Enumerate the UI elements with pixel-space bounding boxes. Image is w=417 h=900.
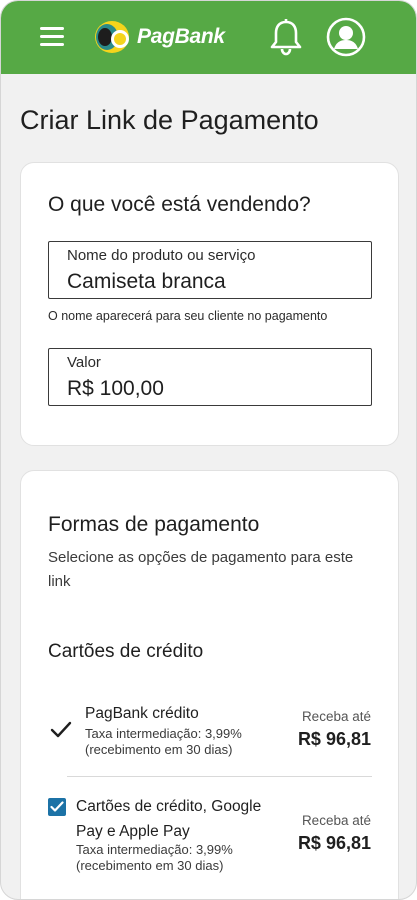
receive-label: Receba até: [301, 813, 371, 828]
price-value: R$ 100,00: [67, 377, 164, 400]
pagbank-logo-icon: [95, 21, 129, 53]
checkmark-icon[interactable]: [50, 721, 72, 739]
product-name-label: Nome do produto ou serviço: [67, 247, 256, 264]
user-avatar-icon[interactable]: [326, 17, 366, 57]
receive-amount: R$ 96,81: [297, 833, 371, 853]
product-name-value: Camiseta branca: [67, 270, 226, 293]
option-divider: [67, 776, 372, 777]
cards-checkbox[interactable]: [48, 798, 66, 816]
product-name-field[interactable]: Nome do produto ou serviço Camiseta bran…: [48, 241, 372, 299]
page-title: Criar Link de Pagamento: [20, 105, 319, 135]
receive-amount: R$ 96,81: [297, 729, 371, 749]
product-section-title: O que você está vendendo?: [48, 193, 311, 216]
option-fee-note: (recebimento em 30 dias): [76, 858, 224, 873]
payment-description: Selecione as opções de pagamento para es…: [48, 549, 354, 590]
option-fee: Taxa intermediação: 3,99%: [76, 842, 233, 857]
credit-cards-title: Cartões de crédito: [48, 641, 204, 662]
price-label: Valor: [67, 354, 101, 371]
option-fee: Taxa intermediação: 3,99%: [85, 726, 242, 741]
hamburger-menu-icon[interactable]: [40, 27, 64, 47]
payment-card: Formas de pagamento Selecione as opções …: [20, 470, 399, 899]
option-name: PagBank crédito: [85, 705, 199, 722]
bell-icon[interactable]: [269, 18, 303, 56]
option-name: Cartões de crédito, Google Pay e Apple P…: [76, 798, 262, 840]
top-app-bar: PagBank: [1, 1, 416, 74]
payment-section-title: Formas de pagamento: [48, 513, 260, 536]
phone-frame: PagBank Criar Link de Pagamento O que vo…: [0, 0, 417, 900]
product-card: O que você está vendendo? Nome do produt…: [20, 162, 399, 446]
product-name-helper: O nome aparecerá para seu cliente no pag…: [48, 309, 328, 323]
receive-label: Receba até: [301, 709, 371, 724]
option-fee-note: (recebimento em 30 dias): [85, 742, 233, 757]
brand-name: PagBank: [137, 25, 225, 48]
checkbox-check-icon: [50, 801, 64, 812]
price-field[interactable]: Valor R$ 100,00: [48, 348, 372, 406]
